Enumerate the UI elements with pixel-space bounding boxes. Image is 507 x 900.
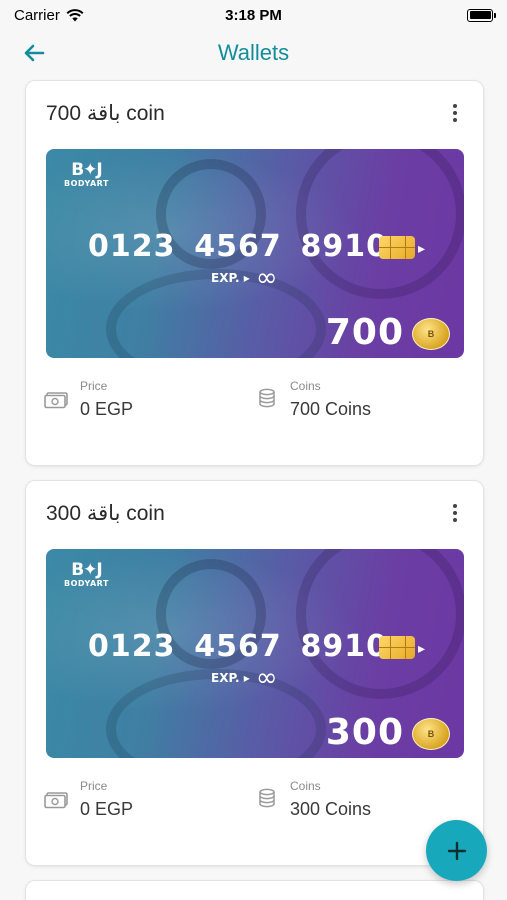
more-options-button[interactable] (443, 499, 467, 527)
status-time: 3:18 PM (225, 6, 282, 24)
card-number-group: 0123 (88, 229, 176, 264)
status-bar: Carrier 3:18 PM (0, 0, 507, 30)
more-options-button[interactable] (443, 99, 467, 127)
cash-icon (44, 392, 68, 409)
chip-icon (379, 236, 415, 259)
brand-logo: B✦J BODYART (64, 560, 109, 588)
price-label: Price (80, 379, 108, 393)
card-number-group: 8910 (300, 229, 388, 264)
coin-icon: B (412, 318, 450, 350)
coins-stack-icon (259, 788, 275, 808)
expiry-label: EXP. ▸ (211, 271, 250, 285)
card-amount: 300 (325, 712, 404, 753)
card-number: 0123 4567 8910 (88, 629, 388, 664)
carrier-label: Carrier (14, 6, 60, 24)
card-number-group: 0123 (88, 629, 176, 664)
coins-info: Coins 700 Coins (254, 377, 371, 420)
cash-icon (44, 792, 68, 809)
triangle-right-icon: ▸ (418, 240, 426, 256)
coin-icon: B (412, 718, 450, 750)
expiry-value: ∞ (255, 263, 278, 293)
arrow-left-icon (24, 44, 45, 62)
wifi-icon (66, 8, 84, 21)
wallet-card[interactable]: باقة 300 coin B✦J BODYART 0123 4567 8910… (25, 480, 484, 866)
price-info: Price 0 EGP (44, 777, 133, 820)
wallet-card-partial[interactable] (25, 880, 484, 900)
coins-info: Coins 300 Coins (254, 777, 371, 820)
coins-value: 300 Coins (290, 799, 372, 819)
card-number-group: 8910 (300, 629, 388, 664)
wallet-title: باقة 700 coin (46, 102, 165, 125)
card-amount: 700 (325, 312, 404, 353)
add-wallet-button[interactable] (426, 820, 487, 881)
card-expiry: EXP. ▸ ∞ (211, 263, 278, 293)
gift-card-image: B✦J BODYART 0123 4567 8910 ▸ EXP. ▸ ∞ 70… (46, 149, 464, 358)
card-expiry: EXP. ▸ ∞ (211, 663, 278, 693)
wallet-info: Price 0 EGP Coins 300 Coins (44, 777, 464, 827)
price-value: 0 EGP (80, 799, 134, 819)
price-value: 0 EGP (80, 399, 134, 419)
gift-card-image: B✦J BODYART 0123 4567 8910 ▸ EXP. ▸ ∞ 30… (46, 549, 464, 758)
price-info: Price 0 EGP (44, 377, 133, 420)
coins-label: Coins (290, 379, 321, 393)
card-number-group: 4567 (194, 229, 282, 264)
expiry-label: EXP. ▸ (211, 671, 250, 685)
card-number: 0123 4567 8910 (88, 229, 388, 264)
wallet-info: Price 0 EGP Coins 700 Coins (44, 377, 464, 427)
brand-name: BODYART (64, 179, 109, 188)
coins-stack-icon (259, 388, 275, 408)
coins-label: Coins (290, 779, 321, 793)
expiry-value: ∞ (255, 663, 278, 693)
wallet-title: باقة 300 coin (46, 502, 165, 525)
card-number-group: 4567 (194, 629, 282, 664)
triangle-right-icon: ▸ (418, 640, 426, 656)
brand-name: BODYART (64, 579, 109, 588)
chip-icon (379, 636, 415, 659)
back-button[interactable] (18, 39, 50, 67)
wallet-card[interactable]: باقة 700 coin B✦J BODYART 0123 4567 8910… (25, 80, 484, 466)
status-left: Carrier (14, 7, 84, 24)
brand-logo: B✦J BODYART (64, 160, 109, 188)
wallet-list[interactable]: باقة 700 coin B✦J BODYART 0123 4567 8910… (25, 80, 484, 900)
battery-icon (467, 8, 496, 22)
plus-icon (447, 841, 466, 860)
page-title: Wallets (217, 40, 290, 65)
coins-value: 700 Coins (290, 399, 372, 419)
nav-bar: Wallets (0, 30, 507, 76)
price-label: Price (80, 779, 108, 793)
